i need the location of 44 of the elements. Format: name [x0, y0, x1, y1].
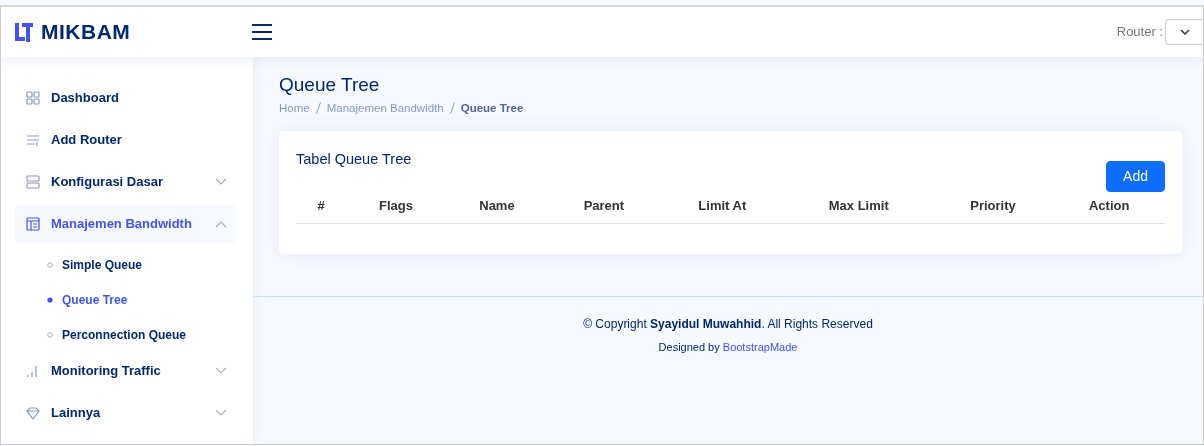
- page-title: Queue Tree: [279, 73, 381, 97]
- grid-icon: [25, 90, 41, 106]
- submenu-item[interactable]: Simple Queue: [15, 247, 237, 282]
- chevron-down-icon: [215, 409, 227, 417]
- submenu-item[interactable]: Queue Tree: [15, 282, 237, 317]
- chevron-down-icon: [215, 367, 227, 375]
- router-select[interactable]: [1165, 19, 1203, 45]
- sidebar-item[interactable]: Add Router: [15, 121, 237, 159]
- column-header: Priority: [932, 191, 1054, 224]
- card-title: Tabel Queue Tree: [296, 149, 412, 169]
- table-icon: [25, 216, 41, 232]
- designed-by-text: Designed by: [658, 341, 720, 354]
- list-icon: [25, 132, 41, 148]
- column-header: Flags: [346, 191, 446, 224]
- column-header: Name: [445, 191, 549, 224]
- sidebar-item[interactable]: Dashboard: [15, 79, 237, 117]
- column-header: Action: [1053, 191, 1165, 224]
- sidebar-item[interactable]: Lainnya: [15, 394, 237, 432]
- bullet-icon: [47, 261, 53, 268]
- breadcrumb-separator-icon: [315, 102, 321, 115]
- chevron-up-icon: [215, 220, 227, 228]
- designer-link[interactable]: BootstrapMade: [722, 341, 798, 354]
- menu-icon[interactable]: [251, 23, 273, 41]
- column-header: #: [296, 191, 347, 224]
- router-label: Router :: [1116, 23, 1163, 42]
- sidebar-item[interactable]: Manajemen Bandwidth: [15, 205, 237, 243]
- submenu-item[interactable]: Perconnection Queue: [15, 317, 237, 352]
- server-icon: [25, 174, 41, 190]
- column-header: Limit At: [659, 191, 785, 224]
- breadcrumb-current: Queue Tree: [460, 100, 524, 116]
- sidebar-item[interactable]: Konfigurasi Dasar: [15, 163, 237, 201]
- sidebar-item[interactable]: Monitoring Traffic: [15, 352, 237, 390]
- chevron-down-icon: [215, 178, 227, 186]
- logo-text: MIKBAM: [41, 19, 131, 46]
- breadcrumb-separator-icon: [449, 102, 455, 115]
- copyright-text: © Copyright Syayidul Muwahhid. All Rights Reserved: [582, 316, 874, 334]
- gem-icon: [25, 405, 41, 421]
- bullet-icon: [47, 331, 53, 338]
- column-header: Max Limit: [784, 191, 933, 224]
- column-header: Parent: [548, 191, 660, 224]
- bullet-icon: [47, 296, 53, 303]
- logo-icon: [13, 21, 35, 43]
- caret-icon: [1179, 29, 1190, 35]
- add-button[interactable]: Add: [1106, 160, 1165, 192]
